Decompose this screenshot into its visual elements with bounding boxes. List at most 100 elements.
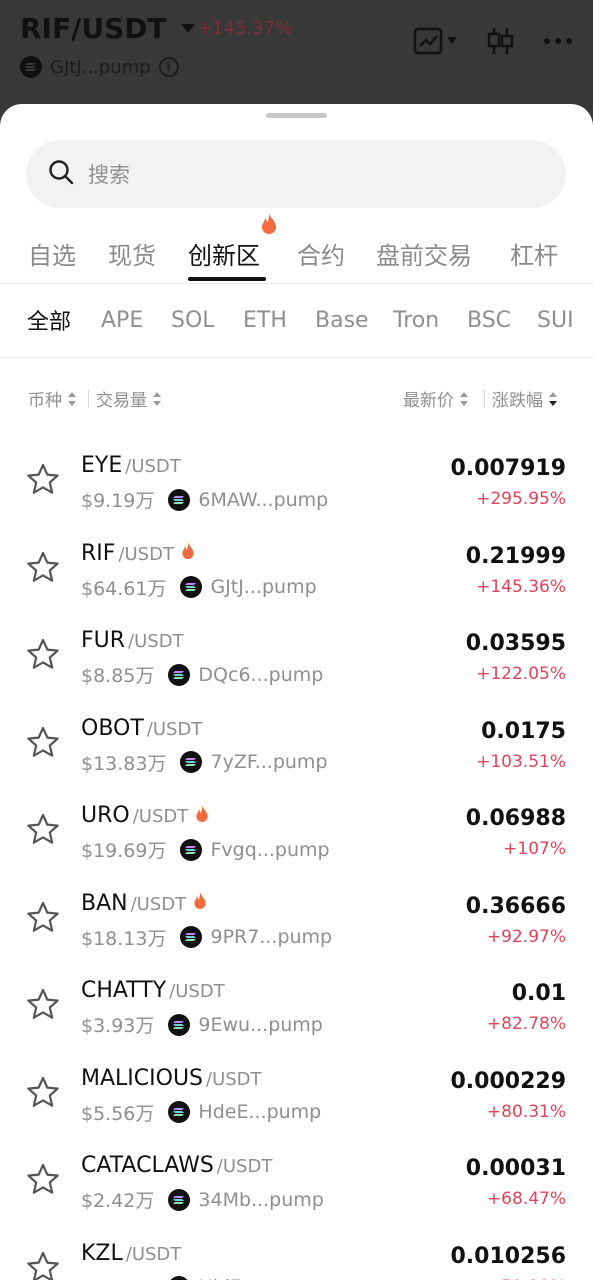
contract-address: Fvgq...pump xyxy=(210,838,330,861)
contract-address: 9PR7...pump xyxy=(210,926,333,948)
row-meta: $64.61万 GJtJ...pump xyxy=(81,574,317,601)
row-meta: $3.93万 9Ewu...pump xyxy=(81,1011,323,1038)
last-price: 0.0175 xyxy=(481,718,566,744)
contract-address: GJtJ...pump xyxy=(210,576,317,598)
last-price: 0.03595 xyxy=(465,631,566,656)
quote-symbol: /USDT xyxy=(206,1068,262,1090)
solana-icon xyxy=(180,576,203,598)
sort-coin[interactable]: 币种 xyxy=(28,386,76,411)
star-icon[interactable] xyxy=(26,901,60,937)
sort-icon xyxy=(153,391,161,406)
solana-icon xyxy=(180,926,203,948)
market-row[interactable]: EYE/USDT $9.19万 6MAW...pump 0.007919 +295.95… xyxy=(0,434,593,522)
star-icon[interactable] xyxy=(26,726,60,762)
sort-change[interactable]: 涨跌幅 xyxy=(492,386,557,411)
market-row[interactable]: RIF/USDT $64.61万 GJtJ...pump 0.21999 +145.36… xyxy=(0,522,593,610)
col-price-label: 最新价 xyxy=(403,391,454,411)
change-percent: +103.51% xyxy=(476,751,566,772)
info-icon[interactable]: i xyxy=(158,57,179,77)
solana-icon xyxy=(168,1188,191,1211)
star-icon[interactable] xyxy=(26,813,60,849)
solana-icon xyxy=(168,1013,191,1036)
quote-symbol: /USDT xyxy=(125,456,181,477)
tab-margin[interactable]: 杠杆 xyxy=(510,236,558,271)
star-icon[interactable] xyxy=(26,1163,60,1199)
tab-watchlist[interactable]: 自选 xyxy=(28,236,76,271)
pair-contract: GJtJ...pump i xyxy=(20,56,179,78)
market-row[interactable]: BAN/USDT $18.13万 9PR7...pump 0.36666 +92.97% xyxy=(0,872,593,960)
solana-icon xyxy=(20,56,42,78)
chart-icon[interactable] xyxy=(413,27,457,55)
fire-icon xyxy=(192,891,208,915)
market-row[interactable]: MALICIOUS/USDT $5.56万 HdeE...pump 0.000229 +… xyxy=(0,1047,593,1135)
contract-address: 6MAW...pump xyxy=(198,488,329,511)
chain-bsc[interactable]: BSC xyxy=(467,308,511,333)
base-symbol: FUR xyxy=(81,628,126,653)
change-percent: +80.31% xyxy=(486,1101,566,1122)
market-row[interactable]: OBOT/USDT $13.83万 7yZF...pump 0.0175 +103.51… xyxy=(0,697,593,785)
pair-symbol: FUR/USDT xyxy=(81,628,184,653)
market-row[interactable]: CHATTY/USDT $3.93万 9Ewu...pump 0.01 +82.78% xyxy=(0,959,593,1047)
row-meta: $2.42万 34Mb...pump xyxy=(81,1186,324,1213)
search-placeholder: 搜索 xyxy=(88,163,130,187)
drag-handle[interactable] xyxy=(266,113,327,118)
contract-address: HdeE...pump xyxy=(198,1101,322,1123)
pair-change: +145.37% xyxy=(197,18,293,39)
volume: $19.69万 xyxy=(81,840,167,862)
base-symbol: KZL xyxy=(81,1240,123,1266)
pair-symbol: CATACLAWS/USDT xyxy=(81,1153,272,1178)
base-symbol: MALICIOUS xyxy=(81,1065,204,1091)
change-percent: +92.97% xyxy=(486,926,566,947)
tab-futures[interactable]: 合约 xyxy=(297,236,345,271)
volume: $5.56万 xyxy=(81,1102,155,1125)
star-icon[interactable] xyxy=(26,463,60,499)
pair-symbol: BAN/USDT xyxy=(81,891,208,916)
quote-symbol: /USDT xyxy=(216,1156,273,1177)
tab-innovation[interactable]: 创新区 xyxy=(188,236,260,271)
contract-address: HidF...pump xyxy=(198,1276,310,1280)
sort-volume[interactable]: 交易量 xyxy=(96,386,161,411)
chain-sol[interactable]: SOL xyxy=(171,308,215,333)
star-icon[interactable] xyxy=(26,988,60,1024)
star-icon[interactable] xyxy=(26,1251,60,1280)
last-price: 0.010256 xyxy=(450,1243,566,1269)
market-row[interactable]: URO/USDT $19.69万 Fvgq...pump 0.06988 +107% xyxy=(0,784,593,872)
sort-icon xyxy=(460,391,468,406)
chain-sui[interactable]: SUI xyxy=(537,308,574,333)
chain-all[interactable]: 全部 xyxy=(27,304,71,336)
market-row[interactable]: CATACLAWS/USDT $2.42万 34Mb...pump 0.00031 +6… xyxy=(0,1134,593,1222)
star-icon[interactable] xyxy=(26,551,60,587)
pair-selector[interactable]: RIF/USDT xyxy=(20,12,195,45)
candlestick-icon[interactable] xyxy=(485,26,515,56)
contract-address: GJtJ...pump xyxy=(50,56,151,78)
contract-address: 7yZF...pump xyxy=(210,751,328,773)
star-icon[interactable] xyxy=(26,1076,60,1112)
star-icon[interactable] xyxy=(26,638,60,674)
base-symbol: EYE xyxy=(81,453,123,478)
base-symbol: URO xyxy=(81,803,130,828)
chain-tron[interactable]: Tron xyxy=(393,308,439,333)
chain-base[interactable]: Base xyxy=(315,308,369,333)
search-input[interactable]: 搜索 xyxy=(26,140,566,208)
market-tabs: 自选 现货 创新区 合约 盘前交易 杠杆 xyxy=(0,222,593,284)
col-volume-label: 交易量 xyxy=(96,391,147,411)
last-price: 0.06988 xyxy=(465,806,566,831)
col-change-label: 涨跌幅 xyxy=(492,391,543,411)
change-percent: +145.36% xyxy=(476,576,566,597)
tab-spot[interactable]: 现货 xyxy=(108,236,156,271)
market-row[interactable]: FUR/USDT $8.85万 DQc6...pump 0.03595 +122.05% xyxy=(0,609,593,697)
column-header: 币种 交易量 最新价 涨跌幅 xyxy=(0,384,593,414)
quote-symbol: /USDT xyxy=(128,631,184,652)
market-sheet: 搜索 自选 现货 创新区 合约 盘前交易 杠杆 全部 APE SOL ETH B… xyxy=(0,104,593,1280)
pair-title: RIF/USDT xyxy=(20,12,167,45)
tab-premarket[interactable]: 盘前交易 xyxy=(376,236,472,271)
base-symbol: CHATTY xyxy=(81,978,167,1003)
more-icon[interactable] xyxy=(543,37,573,45)
row-meta: $13.83万 7yZF...pump xyxy=(81,749,328,776)
sort-price[interactable]: 最新价 xyxy=(403,386,468,411)
market-row[interactable]: KZL/USDT $0.48万 HidF...pump 0.010256 +51.28% xyxy=(0,1222,593,1280)
chain-eth[interactable]: ETH xyxy=(243,308,287,333)
volume: $8.85万 xyxy=(81,665,155,687)
chain-ape[interactable]: APE xyxy=(101,308,143,333)
row-meta: $8.85万 DQc6...pump xyxy=(81,661,323,688)
